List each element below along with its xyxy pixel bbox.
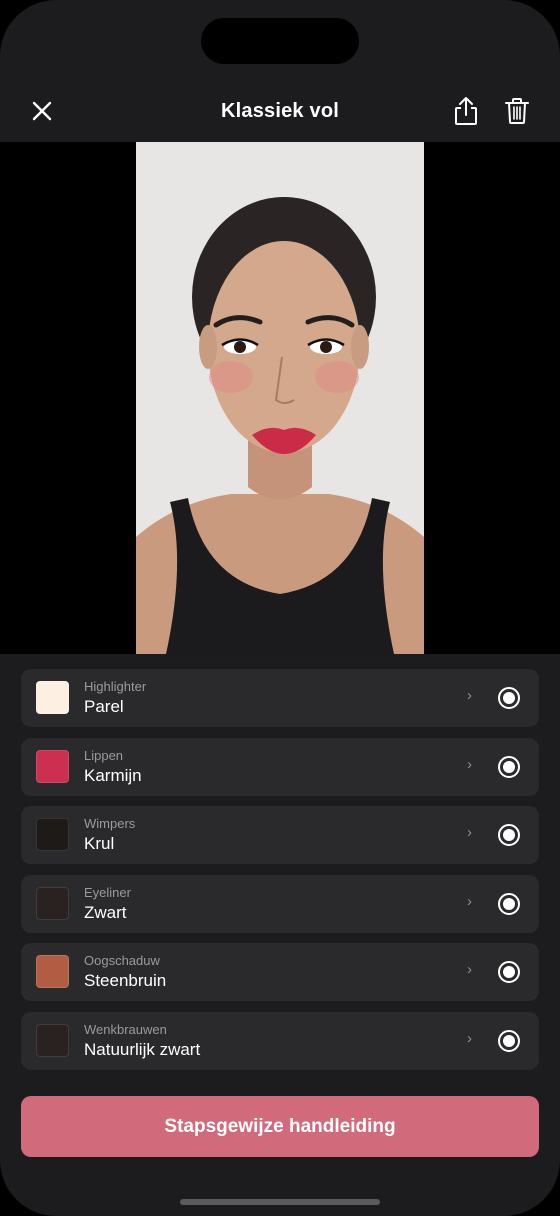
item-value: Karmijn bbox=[84, 765, 142, 785]
item-category: Highlighter bbox=[84, 679, 147, 694]
radio-button[interactable] bbox=[498, 687, 520, 709]
item-category: Wimpers bbox=[84, 816, 136, 831]
list-item-oogschaduw[interactable]: Oogschaduw Steenbruin › bbox=[21, 943, 539, 1001]
list-item-lippen[interactable]: Lippen Karmijn › bbox=[21, 737, 539, 796]
trash-icon bbox=[505, 98, 529, 124]
chevron-right-icon: › bbox=[467, 1029, 472, 1047]
top-bar: Klassiek vol bbox=[0, 80, 560, 142]
app-screen: Klassiek vol Highlighter Parel › Lippen … bbox=[0, 0, 560, 1216]
item-value: Steenbruin bbox=[84, 971, 167, 990]
item-category: Wenkbrauwen bbox=[84, 1021, 167, 1037]
share-icon bbox=[455, 97, 477, 125]
chevron-right-icon: › bbox=[467, 892, 472, 910]
delete-button[interactable] bbox=[499, 93, 535, 129]
dynamic-island bbox=[201, 18, 359, 64]
step-by-step-guide-button[interactable]: Stapsgewijze handleiding bbox=[21, 1096, 539, 1157]
chevron-right-icon: › bbox=[467, 687, 472, 704]
chevron-right-icon: › bbox=[467, 961, 472, 978]
home-indicator[interactable] bbox=[180, 1199, 380, 1205]
list-item-eyeliner[interactable]: Eyeliner Zwart › bbox=[21, 874, 539, 933]
item-value: Natuurlijk zwart bbox=[84, 1039, 201, 1059]
chevron-right-icon: › bbox=[467, 755, 472, 773]
color-swatch bbox=[36, 749, 69, 783]
share-button[interactable] bbox=[448, 93, 484, 129]
color-swatch bbox=[36, 818, 69, 851]
portrait-illustration bbox=[136, 142, 424, 654]
item-value: Parel bbox=[84, 697, 124, 716]
radio-button[interactable] bbox=[498, 824, 520, 846]
color-swatch bbox=[36, 681, 69, 714]
chevron-right-icon: › bbox=[467, 824, 472, 841]
item-category: Eyeliner bbox=[84, 884, 131, 900]
radio-button[interactable] bbox=[498, 1029, 520, 1052]
radio-button[interactable] bbox=[498, 961, 520, 983]
makeup-list: Highlighter Parel › Lippen Karmijn › Wim… bbox=[21, 669, 539, 1080]
face-photo bbox=[136, 142, 424, 654]
list-item-highlighter[interactable]: Highlighter Parel › bbox=[21, 669, 539, 727]
item-category: Oogschaduw bbox=[84, 953, 160, 968]
item-value: Krul bbox=[84, 834, 115, 853]
list-item-wenkbrauwen[interactable]: Wenkbrauwen Natuurlijk zwart › bbox=[21, 1011, 539, 1070]
radio-button[interactable] bbox=[498, 892, 520, 915]
color-swatch bbox=[36, 1023, 69, 1057]
item-category: Lippen bbox=[84, 747, 124, 763]
photo-area bbox=[0, 142, 560, 654]
radio-button[interactable] bbox=[498, 755, 520, 778]
color-swatch bbox=[36, 955, 69, 988]
color-swatch bbox=[36, 886, 69, 920]
item-value: Zwart bbox=[84, 902, 127, 922]
list-item-wimpers[interactable]: Wimpers Krul › bbox=[21, 806, 539, 864]
